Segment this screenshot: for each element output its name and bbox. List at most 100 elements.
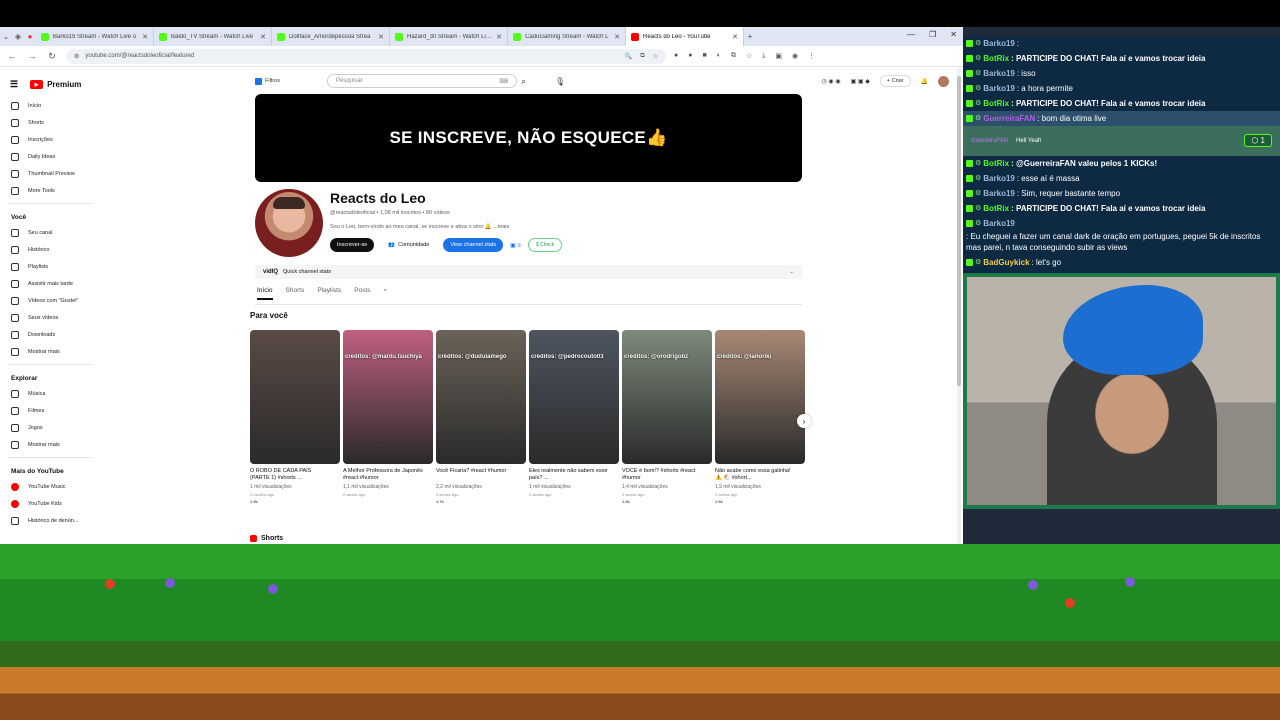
sidebar-item[interactable]: Mostrar mais xyxy=(0,436,100,453)
close-tab-icon[interactable]: ✕ xyxy=(142,33,148,41)
video-card[interactable]: créditos: @orodrigobz VOCÊ é bom!? #short… xyxy=(622,330,712,504)
tab-group-icon[interactable]: ◈ xyxy=(12,31,24,43)
cast-icon[interactable]: ⧉ xyxy=(640,53,644,60)
vidiq-panel[interactable]: vidIQ Quick channel stats ⌄ xyxy=(255,265,802,279)
sidebar-icon[interactable]: ▣ xyxy=(775,52,782,60)
sidebar-item[interactable]: More Tools xyxy=(0,182,100,199)
microphone-icon[interactable]: 🎙 xyxy=(555,77,565,86)
channel-description[interactable]: Sou o Leo, bem-vindo ao meu canal, se in… xyxy=(330,224,509,230)
hamburger-menu-icon[interactable]: ☰ xyxy=(10,79,18,90)
search-input[interactable]: Pesquisar ⌨ xyxy=(327,74,517,88)
video-title[interactable]: Eles realmente não sabem esse país? ... xyxy=(529,468,619,483)
channel-tab[interactable]: Playlists xyxy=(317,287,341,298)
video-thumbnail[interactable] xyxy=(250,330,340,464)
browser-tab[interactable]: Hazard_30 Stream - Watch Live ✕ xyxy=(390,27,508,46)
video-title[interactable]: A Melhor Professora de Japonês #react #h… xyxy=(343,468,433,483)
browser-tab[interactable]: Dollface_Amordepessoa Strea ✕ xyxy=(272,27,390,46)
sidebar-item[interactable]: Thumbnail Preview xyxy=(0,165,100,182)
video-title[interactable]: Não acabe como essa galinha! ⚠️ 🐔 #short… xyxy=(715,468,805,483)
zoom-icon[interactable]: 🔍 xyxy=(625,53,632,60)
extension-icons[interactable]: ▣ ▣ ◆ xyxy=(851,78,870,85)
extension-icon[interactable]: ☆ xyxy=(746,52,752,60)
sidebar-item[interactable]: Vídeos com "Gostei" xyxy=(0,292,100,309)
video-thumbnail[interactable]: créditos: @pedrocouto03 xyxy=(529,330,619,464)
view-channel-stats-button[interactable]: View channel stats xyxy=(443,238,504,252)
bookmark-star-icon[interactable]: ☆ xyxy=(653,53,658,60)
keyboard-icon[interactable]: ⌨ xyxy=(499,78,508,85)
notifications-icon[interactable]: 🔔 xyxy=(921,78,928,85)
close-tab-icon[interactable]: ✕ xyxy=(732,33,738,41)
tab-list-button[interactable]: ⌄ xyxy=(0,31,12,43)
close-tab-icon[interactable]: ✕ xyxy=(614,33,620,41)
account-avatar[interactable] xyxy=(938,75,949,87)
sidebar-section-voce[interactable]: Você xyxy=(0,208,100,224)
chevron-down-icon[interactable]: ⌄ xyxy=(789,269,794,275)
downloads-icon[interactable]: ⤓ xyxy=(762,52,765,60)
video-title[interactable]: O ROBÔ DE CADA PAÍS (PARTE 1) #shorts ..… xyxy=(250,468,340,483)
video-card[interactable]: créditos: @marilu.tsuchiya A Melhor Profe… xyxy=(343,330,433,504)
new-tab-button[interactable]: + xyxy=(744,31,756,43)
check-button[interactable]: $ Check xyxy=(527,238,563,252)
youtube-logo[interactable]: ☰ ▶ Premium xyxy=(0,72,100,97)
channel-tab[interactable]: Shorts xyxy=(286,287,305,298)
sidebar-item[interactable]: Histórico de denún... xyxy=(0,512,100,529)
channel-avatar[interactable] xyxy=(255,189,323,257)
back-icon[interactable]: ← xyxy=(6,51,18,61)
video-thumbnail[interactable]: créditos: @ianoriki xyxy=(715,330,805,464)
video-thumbnail[interactable]: créditos: @marilu.tsuchiya xyxy=(343,330,433,464)
close-tab-icon[interactable]: ✕ xyxy=(496,33,502,41)
browser-tab[interactable]: Reacts do Leo - YouTube ✕ xyxy=(626,27,744,46)
opera-icon[interactable]: ● xyxy=(24,31,36,43)
sidebar-item[interactable]: YouTube Kids xyxy=(0,495,100,512)
reload-icon[interactable]: ↻ xyxy=(46,51,58,62)
browser-tab[interactable]: CaduGaming Stream - Watch L ✕ xyxy=(508,27,626,46)
extension-icon[interactable]: ■ xyxy=(702,52,706,60)
channel-tab[interactable]: Posts xyxy=(354,287,370,298)
video-card[interactable]: créditos: @ianoriki Não acabe como essa g… xyxy=(715,330,805,504)
sidebar-item[interactable]: Inscrições xyxy=(0,131,100,148)
vidiq-icon[interactable]: ▣ ≡ xyxy=(510,242,521,249)
video-title[interactable]: Você Ficaria? #react #humor xyxy=(436,468,526,483)
close-window-icon[interactable]: ✕ xyxy=(950,30,957,39)
sidebar-item[interactable]: Downloads xyxy=(0,326,100,343)
sidebar-item[interactable]: Mostrar mais xyxy=(0,343,100,360)
restore-icon[interactable]: ❐ xyxy=(929,30,936,39)
subscribe-button[interactable]: Inscrever-se xyxy=(330,238,375,252)
forward-icon[interactable]: → xyxy=(26,51,38,61)
close-tab-icon[interactable]: ✕ xyxy=(260,33,266,41)
url-field[interactable]: ⚙ youtube.com/@reactsdoleoficial/feature… xyxy=(66,48,666,64)
extension-icon[interactable]: ◐ xyxy=(717,52,721,60)
video-card[interactable]: créditos: @pedrocouto03 Eles realmente nã… xyxy=(529,330,619,504)
browser-tab[interactable]: Baldo_TV Stream - Watch Live ✕ xyxy=(154,27,272,46)
search-icon[interactable]: ⌕ xyxy=(521,76,526,87)
shelf-next-arrow-icon[interactable]: › xyxy=(797,414,811,428)
sidebar-item[interactable]: Seus vídeos xyxy=(0,309,100,326)
community-button[interactable]: 👥 Comunidade xyxy=(381,238,436,252)
sidebar-item[interactable]: Shorts xyxy=(0,114,100,131)
video-card[interactable]: créditos: @dudulamego Você Ficaria? #reac… xyxy=(436,330,526,504)
video-card[interactable]: O ROBÔ DE CADA PAÍS (PARTE 1) #shorts ..… xyxy=(250,330,340,504)
close-tab-icon[interactable]: ✕ xyxy=(378,33,384,41)
channel-search-icon[interactable]: ⌕ xyxy=(383,287,387,299)
sidebar-item[interactable]: Início xyxy=(0,97,100,114)
sidebar-item[interactable]: Assistir mais tarde xyxy=(0,275,100,292)
sidebar-item[interactable]: Seu canal xyxy=(0,224,100,241)
sidebar-item[interactable]: Daily Ideas xyxy=(0,148,100,165)
filters-button[interactable]: Filtros xyxy=(255,77,280,85)
video-thumbnail[interactable]: créditos: @dudulamego xyxy=(436,330,526,464)
sidebar-item[interactable]: Playlists xyxy=(0,258,100,275)
menu-icon[interactable]: ⋮ xyxy=(808,52,815,60)
profile-icon[interactable]: ◉ xyxy=(792,52,798,60)
video-title[interactable]: VOCÊ é bom!? #shorts #react #humor xyxy=(622,468,712,483)
extension-icon[interactable]: ● xyxy=(674,52,678,60)
sidebar-item[interactable]: YouTube Music xyxy=(0,478,100,495)
site-info-icon[interactable]: ⚙ xyxy=(74,53,79,60)
sidebar-item[interactable]: Jogos xyxy=(0,419,100,436)
sidebar-item[interactable]: Música xyxy=(0,385,100,402)
page-scrollbar[interactable] xyxy=(957,68,961,544)
stats-icons[interactable]: ◷ ◉ ◉ xyxy=(822,78,841,85)
minimize-icon[interactable]: — xyxy=(907,30,915,39)
extension-icon[interactable]: ● xyxy=(688,52,692,60)
extension-icon[interactable]: ⧉ xyxy=(731,52,736,60)
video-thumbnail[interactable]: créditos: @orodrigobz xyxy=(622,330,712,464)
